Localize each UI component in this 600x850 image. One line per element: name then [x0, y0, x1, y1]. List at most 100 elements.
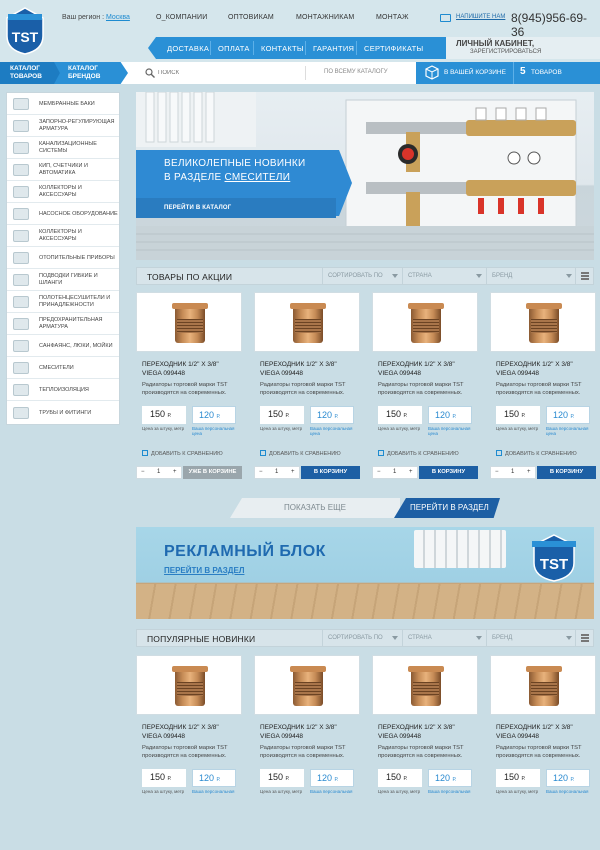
sidebar-item-pumps[interactable]: НАСОСНОЕ ОБОРУДОВАНИЕ — [7, 203, 119, 225]
topnav-wholesale[interactable]: ОПТОВИКАМ — [228, 14, 274, 21]
quantity-value[interactable]: 1 — [275, 469, 278, 475]
show-more-label[interactable]: ПОКАЗАТЬ ЕЩЕ — [284, 503, 346, 512]
nav-payment[interactable]: ОПЛАТА — [218, 44, 250, 53]
product-card[interactable]: ПЕРЕХОДНИК 1/2" X 3/8" VIEGA 099448 Радиа… — [372, 292, 478, 487]
plus-button[interactable]: + — [291, 469, 295, 475]
compare-checkbox[interactable]: ДОБАВИТЬ К СРАВНЕНИЮ — [378, 450, 459, 457]
product-card[interactable]: ПЕРЕХОДНИК 1/2" X 3/8" VIEGA 099448 Радиа… — [254, 655, 360, 850]
tab-catalog-goods[interactable]: КАТАЛОГ ТОВАРОВ — [0, 62, 62, 84]
add-to-cart-button[interactable]: В КОРЗИНУ — [301, 466, 360, 479]
sidebar-item-insulation[interactable]: ТЕПЛОИЗОЛЯЦИЯ — [7, 379, 119, 401]
country-select[interactable]: СТРАНА — [402, 268, 486, 284]
quantity-value[interactable]: 1 — [157, 469, 160, 475]
banner-catalog-link[interactable]: ПЕРЕЙТИ В КАТАЛОГ — [164, 205, 231, 211]
brand-select[interactable]: БРЕНД — [486, 630, 576, 646]
quantity-stepper[interactable]: − 1 + — [490, 466, 536, 479]
nav-certificates[interactable]: СЕРТИФИКАТЫ — [364, 44, 423, 53]
compare-checkbox[interactable]: ДОБАВИТЬ К СРАВНЕНИЮ — [142, 450, 223, 457]
country-select[interactable]: СТРАНА — [402, 630, 486, 646]
product-card[interactable]: ПЕРЕХОДНИК 1/2" X 3/8" VIEGA 099448 Радиа… — [136, 292, 242, 487]
add-to-cart-button[interactable]: В КОРЗИНУ — [419, 466, 478, 479]
in-cart-button[interactable]: УЖЕ В КОРЗИНЕ — [183, 466, 242, 479]
mail-icon[interactable] — [440, 14, 451, 22]
quantity-stepper[interactable]: − 1 + — [254, 466, 300, 479]
nav-delivery[interactable]: ДОСТАВКА — [167, 44, 209, 53]
plus-button[interactable]: + — [409, 469, 413, 475]
sidebar-item-valves[interactable]: ЗАПОРНО-РЕГУЛИРУЮЩАЯ АРМАТУРА — [7, 115, 119, 137]
nav-contacts[interactable]: КОНТАКТЫ — [261, 44, 304, 53]
search-scope-select[interactable]: ПО ВСЕМУ КАТАЛОГУ — [305, 66, 415, 80]
product-image[interactable] — [254, 292, 360, 352]
sidebar-item-hoses[interactable]: ПОДВОДКИ ГИБКИЕ И ШЛАНГИ — [7, 269, 119, 291]
product-image[interactable] — [254, 655, 360, 715]
quantity-stepper[interactable]: − 1 + — [136, 466, 182, 479]
product-card[interactable]: ПЕРЕХОДНИК 1/2" X 3/8" VIEGA 099448 Радиа… — [372, 655, 478, 850]
sidebar-item-collectors-2[interactable]: КОЛЛЕКТОРЫ И АКСЕССУАРЫ — [7, 225, 119, 247]
price-value: 150 — [268, 409, 284, 419]
minus-button[interactable]: − — [141, 469, 145, 475]
product-name[interactable]: ПЕРЕХОДНИК 1/2" X 3/8" VIEGA 099448 — [142, 360, 219, 378]
tab-catalog-brands[interactable]: КАТАЛОГ БРЕНДОВ — [54, 62, 128, 84]
topnav-installers[interactable]: МОНТАЖНИКАМ — [296, 14, 354, 21]
cabinet-title[interactable]: ЛИЧНЫЙ КАБИНЕТ, — [456, 39, 534, 48]
topnav-about[interactable]: О_КОМПАНИИ — [156, 14, 207, 21]
sidebar-item-safety[interactable]: ПРЕДОХРАНИТЕЛЬНАЯ АРМАТУРА — [7, 313, 119, 335]
sidebar-item-collectors[interactable]: КОЛЛЕКТОРЫ И АКСЕССУАРЫ — [7, 181, 119, 203]
product-card[interactable]: ПЕРЕХОДНИК 1/2" X 3/8" VIEGA 099448 Радиа… — [490, 292, 596, 487]
write-us-link[interactable]: НАПИШИТЕ НАМ — [456, 14, 505, 20]
sidebar-item-membrane-tanks[interactable]: МЕМБРАННЫЕ БАКИ — [7, 93, 119, 115]
plus-button[interactable]: + — [173, 469, 177, 475]
quantity-value[interactable]: 1 — [393, 469, 396, 475]
search-input[interactable] — [158, 66, 304, 80]
personal-label-line2: цена — [428, 431, 439, 436]
quantity-value[interactable]: 1 — [511, 469, 514, 475]
sidebar-item-heating[interactable]: ОТОПИТЕЛЬНЫЕ ПРИБОРЫ — [7, 247, 119, 269]
product-name[interactable]: ПЕРЕХОДНИК 1/2" X 3/8" VIEGA 099448 — [496, 360, 573, 378]
menu-icon[interactable] — [575, 630, 593, 646]
sidebar-item-mixers[interactable]: СМЕСИТЕЛИ — [7, 357, 119, 379]
product-name[interactable]: ПЕРЕХОДНИК 1/2" X 3/8" VIEGA 099448 — [378, 723, 455, 741]
sidebar-item-sewer[interactable]: КАНАЛИЗАЦИОННЫЕ СИСТЕМЫ — [7, 137, 119, 159]
region-link[interactable]: Москва — [106, 14, 130, 21]
minus-button[interactable]: − — [259, 469, 263, 475]
product-image[interactable] — [490, 655, 596, 715]
cabinet-register-link[interactable]: ЗАРЕГИСТРИРОВАТЬСЯ — [470, 49, 541, 55]
product-name[interactable]: ПЕРЕХОДНИК 1/2" X 3/8" VIEGA 099448 — [142, 723, 219, 741]
svg-text:TST: TST — [540, 556, 568, 573]
sidebar-item-sanitary[interactable]: САНФАЯНС, ЛЮКИ, МОЙКИ — [7, 335, 119, 357]
sort-select[interactable]: СОРТИРОВАТЬ ПО — [322, 268, 402, 284]
product-name[interactable]: ПЕРЕХОДНИК 1/2" X 3/8" VIEGA 099448 — [496, 723, 573, 741]
add-to-cart-button[interactable]: В КОРЗИНУ — [537, 466, 596, 479]
ad-link[interactable]: ПЕРЕЙТИ В РАЗДЕЛ — [164, 566, 244, 575]
price-value: 120 — [435, 773, 451, 783]
minus-button[interactable]: − — [495, 469, 499, 475]
product-card[interactable]: ПЕРЕХОДНИК 1/2" X 3/8" VIEGA 099448 Радиа… — [490, 655, 596, 850]
quantity-stepper[interactable]: − 1 + — [372, 466, 418, 479]
compare-checkbox[interactable]: ДОБАВИТЬ К СРАВНЕНИЮ — [260, 450, 341, 457]
compare-checkbox[interactable]: ДОБАВИТЬ К СРАВНЕНИЮ — [496, 450, 577, 457]
sidebar-item-meters[interactable]: КИП, СЧЕТЧИКИ И АВТОМАТИКА — [7, 159, 119, 181]
product-name[interactable]: ПЕРЕХОДНИК 1/2" X 3/8" VIEGA 099448 — [378, 360, 455, 378]
goto-section-label[interactable]: ПЕРЕЙТИ В РАЗДЕЛ — [410, 503, 489, 512]
minus-button[interactable]: − — [377, 469, 381, 475]
plus-button[interactable]: + — [527, 469, 531, 475]
nav-warranty[interactable]: ГАРАНТИЯ — [313, 44, 354, 53]
product-image[interactable] — [490, 292, 596, 352]
search-icon[interactable] — [145, 68, 155, 78]
menu-icon[interactable] — [575, 268, 593, 284]
banner-mixers-link[interactable]: СМЕСИТЕЛИ — [225, 172, 291, 183]
product-name[interactable]: ПЕРЕХОДНИК 1/2" X 3/8" VIEGA 099448 — [260, 360, 337, 378]
brand-select[interactable]: БРЕНД — [486, 268, 576, 284]
tst-logo-icon[interactable]: TST — [4, 6, 46, 56]
product-image[interactable] — [372, 292, 478, 352]
product-image[interactable] — [372, 655, 478, 715]
topnav-installation[interactable]: МОНТАЖ — [376, 14, 409, 21]
product-card[interactable]: ПЕРЕХОДНИК 1/2" X 3/8" VIEGA 099448 Радиа… — [136, 655, 242, 850]
sidebar-item-towel-dryers[interactable]: ПОЛОТЕНЦЕСУШИТЕЛИ И ПРИНАДЛЕЖНОСТИ — [7, 291, 119, 313]
product-image[interactable] — [136, 655, 242, 715]
product-card[interactable]: ПЕРЕХОДНИК 1/2" X 3/8" VIEGA 099448 Радиа… — [254, 292, 360, 487]
product-image[interactable] — [136, 292, 242, 352]
sidebar-item-pipes[interactable]: ТРУБЫ И ФИТИНГИ — [7, 401, 119, 425]
product-name[interactable]: ПЕРЕХОДНИК 1/2" X 3/8" VIEGA 099448 — [260, 723, 337, 741]
sort-select[interactable]: СОРТИРОВАТЬ ПО — [322, 630, 402, 646]
